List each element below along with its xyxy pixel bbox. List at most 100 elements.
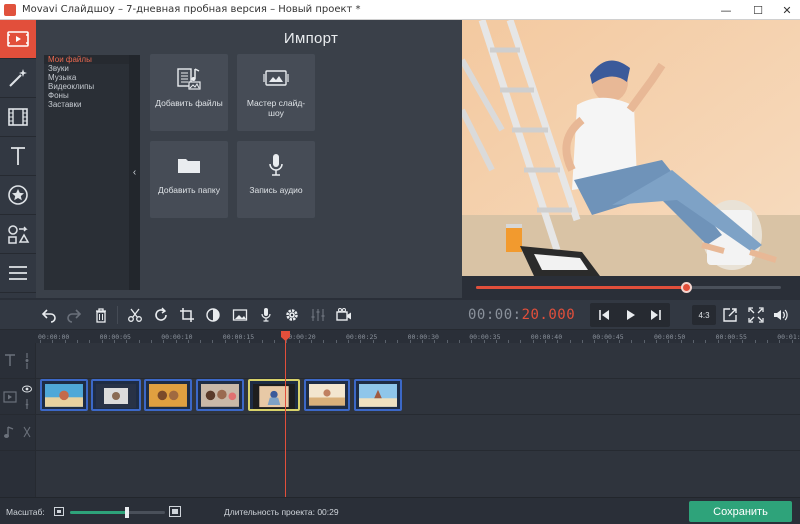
category-intros[interactable]: Заставки bbox=[44, 100, 129, 109]
title-track-header bbox=[0, 343, 36, 378]
record-audio-label: Запись аудио bbox=[249, 185, 303, 195]
import-icon bbox=[7, 31, 29, 47]
title-track[interactable] bbox=[0, 343, 800, 379]
link-icon[interactable] bbox=[23, 352, 31, 370]
aspect-ratio-button[interactable]: 4:3 bbox=[692, 305, 716, 325]
timeline-clip[interactable] bbox=[196, 379, 244, 411]
previous-button[interactable] bbox=[592, 303, 616, 327]
rail-titles-button[interactable] bbox=[0, 137, 36, 176]
link-icon[interactable] bbox=[23, 399, 31, 409]
minimize-button[interactable]: — bbox=[711, 0, 741, 20]
video-clip-button[interactable] bbox=[332, 303, 356, 327]
trash-icon bbox=[96, 308, 106, 323]
add-folder-button[interactable]: Добавить папку bbox=[150, 141, 228, 218]
next-button[interactable] bbox=[644, 303, 668, 327]
text-icon bbox=[5, 354, 15, 366]
rail-more-button[interactable] bbox=[0, 254, 36, 293]
video-preview[interactable] bbox=[462, 20, 800, 276]
empty-track-header bbox=[0, 451, 36, 497]
window-title: Movavi Слайдшоу – 7-дневная пробная верс… bbox=[22, 4, 361, 15]
record-audio-button[interactable]: Запись аудио bbox=[237, 141, 315, 218]
preview-seek-slider[interactable] bbox=[476, 282, 781, 293]
timeline-clip[interactable] bbox=[91, 379, 141, 411]
add-files-label: Добавить файлы bbox=[155, 98, 223, 108]
slideshow-wizard-button[interactable]: Мастер слайд-шоу bbox=[237, 54, 315, 131]
audio-track[interactable] bbox=[0, 415, 800, 451]
rail-stickers-button[interactable] bbox=[0, 176, 36, 215]
settings-button[interactable] bbox=[280, 303, 304, 327]
clip-thumbnail bbox=[45, 384, 83, 407]
microphone-icon bbox=[269, 154, 283, 176]
collapse-panel-button[interactable]: ‹ bbox=[129, 55, 140, 290]
color-adjust-button[interactable] bbox=[201, 303, 225, 327]
category-backgrounds[interactable]: Фоны bbox=[44, 91, 129, 100]
speaker-icon bbox=[774, 309, 788, 321]
zoom-slider-fill bbox=[70, 511, 127, 514]
duration-value: 00:29 bbox=[317, 507, 339, 517]
skip-back-icon bbox=[599, 310, 609, 320]
undo-button[interactable] bbox=[37, 303, 61, 327]
zoom-in-icon[interactable] bbox=[169, 506, 181, 517]
timeline-clip-selected[interactable] bbox=[248, 379, 300, 411]
timeline-clip[interactable] bbox=[144, 379, 192, 411]
crop-icon bbox=[180, 308, 194, 322]
timeline-clip[interactable] bbox=[40, 379, 88, 411]
timecode-value: 20.000 bbox=[521, 307, 576, 323]
zoom-out-icon[interactable] bbox=[54, 507, 64, 516]
category-list: Мои файлы Звуки Музыка Видеоклипы Фоны З… bbox=[44, 55, 129, 290]
audio-equalizer-button[interactable] bbox=[306, 303, 330, 327]
fullscreen-icon bbox=[748, 307, 764, 323]
rotate-button[interactable] bbox=[149, 303, 173, 327]
add-files-button[interactable]: Добавить файлы bbox=[150, 54, 228, 131]
chevron-left-icon: ‹ bbox=[132, 167, 137, 178]
sticker-icon bbox=[8, 185, 28, 205]
delete-button[interactable] bbox=[89, 303, 113, 327]
undo-icon bbox=[41, 309, 56, 323]
timeline-ruler[interactable]: 00:00:00 00:00:05 00:00:10 00:00:15 00:00:20… bbox=[0, 331, 800, 343]
category-sounds[interactable]: Звуки bbox=[44, 64, 129, 73]
zoom-slider[interactable] bbox=[70, 507, 165, 518]
close-button[interactable]: ✕ bbox=[772, 0, 800, 20]
maximize-button[interactable]: ☐ bbox=[743, 0, 773, 20]
mute-icon[interactable] bbox=[22, 425, 32, 439]
music-note-icon bbox=[4, 426, 14, 438]
empty-track-area[interactable] bbox=[0, 451, 800, 497]
record-voice-button[interactable] bbox=[254, 303, 278, 327]
zoom-slider-handle[interactable] bbox=[125, 507, 129, 518]
fullscreen-button[interactable] bbox=[744, 303, 768, 327]
menu-icon bbox=[9, 266, 27, 280]
category-my-files[interactable]: Мои файлы bbox=[44, 55, 129, 64]
image-properties-button[interactable] bbox=[228, 303, 252, 327]
play-button[interactable] bbox=[618, 303, 642, 327]
rail-filters-button[interactable] bbox=[0, 59, 36, 98]
project-duration: Длительность проекта: 00:29 bbox=[224, 507, 339, 517]
rail-transitions-button[interactable] bbox=[0, 98, 36, 137]
category-music[interactable]: Музыка bbox=[44, 73, 129, 82]
clip-thumbnail bbox=[359, 384, 397, 407]
toolbar-divider bbox=[117, 306, 118, 324]
scissors-icon bbox=[128, 308, 142, 322]
zoom-label: Масштаб: bbox=[6, 507, 45, 517]
rail-import-button[interactable] bbox=[0, 20, 36, 59]
detach-preview-button[interactable] bbox=[718, 303, 742, 327]
volume-button[interactable] bbox=[769, 303, 793, 327]
playhead-line bbox=[285, 331, 286, 497]
redo-button[interactable] bbox=[62, 303, 86, 327]
save-button[interactable]: Сохранить bbox=[689, 501, 792, 522]
seek-handle[interactable] bbox=[681, 282, 693, 293]
timecode-prefix: 00:00: bbox=[468, 307, 522, 323]
rail-callouts-button[interactable] bbox=[0, 215, 36, 254]
image-icon bbox=[232, 309, 248, 321]
slideshow-wizard-label: Мастер слайд-шоу bbox=[246, 98, 306, 118]
duration-label: Длительность проекта: bbox=[224, 507, 315, 517]
timeline-clip[interactable] bbox=[304, 379, 350, 411]
eye-icon[interactable] bbox=[22, 385, 32, 393]
clip-thumbnail bbox=[253, 384, 295, 409]
timeline-clip[interactable] bbox=[354, 379, 402, 411]
filmstrip-icon bbox=[8, 108, 28, 126]
text-icon bbox=[11, 147, 25, 165]
camera-icon bbox=[336, 308, 351, 321]
category-videoclips[interactable]: Видеоклипы bbox=[44, 82, 129, 91]
crop-button[interactable] bbox=[175, 303, 199, 327]
cut-button[interactable] bbox=[123, 303, 147, 327]
